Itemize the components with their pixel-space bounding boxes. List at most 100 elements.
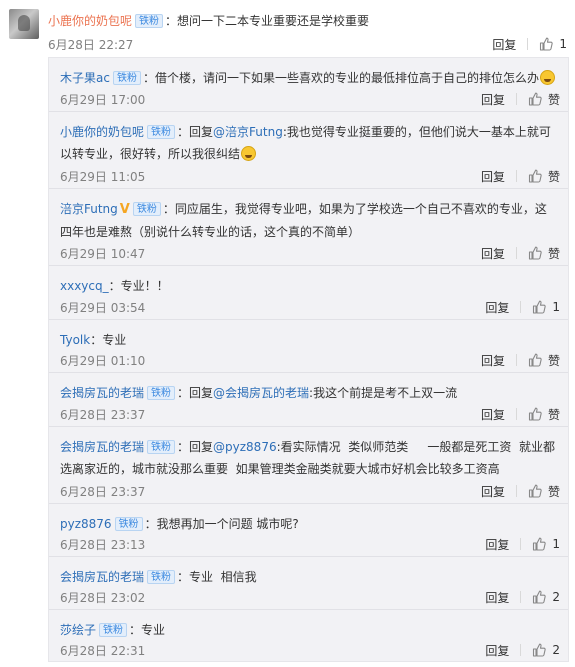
reply-actions: 回复 1 [485,299,560,315]
reply-username[interactable]: 会揭房瓦的老瑞 [60,386,144,400]
divider [520,538,522,550]
thumbs-up-icon [532,537,547,551]
like-button[interactable]: 2 [532,643,560,657]
mention-link[interactable]: @涪京Futng [213,125,283,139]
thumbs-up-icon [528,169,542,183]
fan-badge[interactable]: 铁粉 [147,570,176,584]
reply-button[interactable]: 回复 [481,245,505,262]
like-button[interactable]: 1 [532,537,560,551]
fan-badge[interactable]: 铁粉 [132,202,161,216]
like-count: 1 [552,300,560,314]
reply-item: 会揭房瓦的老瑞 铁粉 ：回复@pyz8876:看实际情况 类似师范类 一般都是死工资… [49,427,568,504]
reply-button[interactable]: 回复 [485,536,509,553]
divider [527,38,529,50]
fan-badge[interactable]: 铁粉 [135,14,164,28]
like-button[interactable]: 赞 [528,168,560,185]
reply-button[interactable]: 回复 [481,483,505,500]
reply-content: 小鹿你的奶包呢 铁粉 ：回复@涪京Futng:我也觉得专业挺重要的，但他们说大一基本… [60,121,558,165]
divider [520,644,522,656]
thumbs-up-icon [532,590,547,604]
like-button[interactable]: 赞 [528,406,560,423]
like-button[interactable]: 1 [539,37,567,51]
reply-button[interactable]: 回复 [485,642,509,659]
reply-prefix: ：回复 [177,125,214,139]
reply-content: 莎绘子 铁粉 ：专业 [60,619,558,641]
main-comment-username[interactable]: 小鹿你的奶包呢 [48,14,132,28]
reply-actions: 回复 2 [485,589,560,605]
like-button[interactable]: 赞 [528,91,560,108]
reply-item: 木子果ac 铁粉 ：借个楼，请问一下如果一些喜欢的专业的最低排位高于自己的排位怎么办… [49,58,568,112]
reply-username[interactable]: 会揭房瓦的老瑞 [60,440,144,454]
reply-item: 会揭房瓦的老瑞 铁粉 ：回复@会揭房瓦的老瑞:我这个前提是考不上双一流 6月28日 … [49,373,568,427]
thumbs-up-icon [528,407,542,421]
reply-button[interactable]: 回复 [485,299,509,316]
fan-badge[interactable]: 铁粉 [147,440,176,454]
main-comment-text: ：想问一下二本专业重要还是学校重要 [165,14,370,28]
like-label: 赞 [547,169,560,184]
reply-button[interactable]: 回复 [481,91,505,108]
reply-button[interactable]: 回复 [481,168,505,185]
reply-content: 涪京Futng V 铁粉 ：同应届生，我觉得专业吧，如果为了学校选一个自己不喜欢的专业… [60,198,558,243]
like-button[interactable]: 赞 [528,245,560,262]
reply-username[interactable]: 木子果ac [60,71,110,85]
divider [520,591,522,603]
fan-badge[interactable]: 铁粉 [114,517,143,531]
reply-text: :我这个前提是考不上双一流 [309,386,458,400]
thumbs-up-icon [528,246,542,260]
reply-content: 会揭房瓦的老瑞 铁粉 ：回复@会揭房瓦的老瑞:我这个前提是考不上双一流 [60,382,558,404]
reply-item: 涪京Futng V 铁粉 ：同应届生，我觉得专业吧，如果为了学校选一个自己不喜欢的专业… [49,189,568,266]
reply-prefix: ：回复 [177,440,214,454]
thumbs-up-icon [532,300,547,314]
reply-username[interactable]: 小鹿你的奶包呢 [60,125,144,139]
reply-username[interactable]: 涪京Futng [60,202,118,216]
fan-badge[interactable]: 铁粉 [147,386,176,400]
like-button[interactable]: 赞 [528,352,560,369]
reply-item: Tyolk：专业 6月29日 01:10 回复 赞 [49,320,568,373]
reply-button[interactable]: 回复 [481,352,505,369]
mention-link[interactable]: @pyz8876 [213,440,277,454]
thumbs-up-icon [528,353,542,367]
reply-time: 6月29日 10:47 [60,247,146,261]
fan-badge[interactable]: 铁粉 [147,125,176,139]
divider [515,93,517,105]
reply-button[interactable]: 回复 [492,36,516,53]
fan-badge[interactable]: 铁粉 [99,623,128,637]
divider [520,301,522,313]
reply-content: 会揭房瓦的老瑞 铁粉 ：专业 相信我 [60,566,558,588]
reply-time: 6月29日 03:54 [60,301,146,315]
reply-prefix: ：回复 [177,386,214,400]
reply-text: ：我想再加一个问题 城市呢? [144,517,299,531]
reply-actions: 回复 赞 [481,91,560,107]
main-comment-line: 小鹿你的奶包呢 铁粉 ：想问一下二本专业重要还是学校重要 [48,12,369,30]
mention-link[interactable]: @会揭房瓦的老瑞 [213,386,309,400]
reply-content: pyz8876 铁粉 ：我想再加一个问题 城市呢? [60,513,558,535]
thumbs-up-icon [539,37,554,51]
like-count: 1 [552,537,560,551]
reply-text: ：借个楼，请问一下如果一些喜欢的专业的最低排位高于自己的排位怎么办 [142,71,539,85]
reply-username[interactable]: pyz8876 [60,517,112,531]
like-button[interactable]: 2 [532,590,560,604]
thumbs-up-icon [528,92,542,106]
reply-item: pyz8876 铁粉 ：我想再加一个问题 城市呢? 6月28日 23:13 回复 1 [49,504,568,557]
divider [515,408,517,420]
reply-button[interactable]: 回复 [485,589,509,606]
reply-time: 6月29日 01:10 [60,354,146,368]
avatar[interactable] [9,9,39,39]
reply-text: ：专业 [90,333,127,347]
main-comment-time: 6月28日 22:27 [48,38,134,52]
like-button[interactable]: 赞 [528,483,560,500]
divider [515,485,517,497]
reply-username[interactable]: Tyolk [60,333,90,347]
reply-username[interactable]: 会揭房瓦的老瑞 [60,570,144,584]
crying-emoji-icon [241,146,257,161]
grinning-sweat-emoji-icon [539,70,555,85]
reply-content: xxxycq_：专业！！ [60,275,558,297]
reply-username[interactable]: xxxycq_ [60,279,109,293]
like-button[interactable]: 1 [532,300,560,314]
reply-button[interactable]: 回复 [481,406,505,423]
reply-item: xxxycq_：专业！！ 6月29日 03:54 回复 1 [49,266,568,320]
reply-time: 6月28日 23:02 [60,591,146,605]
reply-username[interactable]: 莎绘子 [60,623,96,637]
reply-actions: 回复 赞 [481,483,560,499]
fan-badge[interactable]: 铁粉 [112,71,141,85]
